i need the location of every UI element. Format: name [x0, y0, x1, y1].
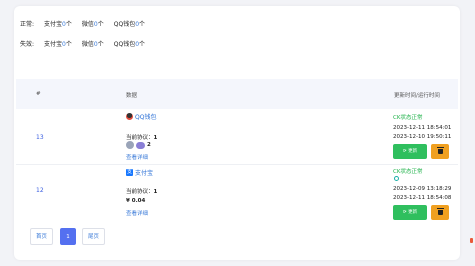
stats-normal-label: 正常:: [20, 21, 35, 28]
row-channel-label: 支付宝: [135, 170, 154, 177]
avatar: [136, 141, 145, 149]
stats-normal-alipay: 支付宝0个: [44, 19, 72, 28]
row-channel-label: QQ钱包: [135, 114, 157, 121]
stats-label: 微信: [81, 41, 94, 48]
stats-label: QQ钱包: [113, 41, 136, 48]
trash-icon: [436, 147, 444, 154]
row-avatars: 2: [126, 141, 151, 149]
stats-label: QQ钱包: [113, 21, 136, 28]
stats-label: 微信: [81, 21, 94, 28]
stats-error-qq: QQ钱包0个: [114, 39, 145, 48]
row-amount: ¥ 0.04: [126, 198, 146, 204]
row-id: 12: [36, 187, 44, 194]
ck-status: CK状态正常: [393, 169, 423, 175]
column-header-time: 更新时间/运行时间: [394, 93, 440, 99]
pagination-current[interactable]: 1: [60, 228, 76, 245]
stats-label: 支付宝: [44, 41, 63, 48]
status-dot-icon: [394, 176, 399, 181]
row-channel[interactable]: 支 支付宝: [126, 168, 153, 177]
protocol-label: 当前协议：: [126, 189, 154, 195]
ck-status: CK状态正常: [393, 115, 423, 121]
view-detail-link[interactable]: 查看详细: [126, 209, 148, 217]
trash-icon: [436, 208, 444, 215]
stats-normal: 正常: 支付宝0个 微信0个 QQ钱包0个: [20, 19, 145, 28]
row-id: 13: [36, 134, 44, 141]
view-detail-link[interactable]: 查看详细: [126, 153, 148, 161]
table-header: # 数据 更新时间/运行时间: [16, 79, 458, 109]
update-button[interactable]: ⟳ 更新: [393, 205, 427, 220]
pagination-last[interactable]: 尾页: [82, 228, 105, 245]
update-time: 2023-12-11 18:54:01: [393, 125, 452, 131]
run-time: 2023-12-10 19:50:11: [393, 134, 452, 140]
protocol-value: 1: [153, 135, 158, 141]
stats-error: 失效: 支付宝0个 微信0个 QQ钱包0个: [20, 39, 145, 48]
stats-unit: 个: [65, 41, 72, 48]
stats-normal-wechat: 微信0个: [82, 19, 104, 28]
protocol-value: 1: [153, 189, 158, 195]
row-protocol: 当前协议：1: [126, 133, 157, 141]
delete-button[interactable]: [431, 205, 449, 220]
stats-unit: 个: [97, 41, 104, 48]
stats-normal-qq: QQ钱包0个: [114, 19, 145, 28]
row-divider: [16, 164, 458, 165]
column-header-data: 数据: [126, 93, 138, 99]
avatar-count: 2: [147, 142, 151, 148]
stats-unit: 个: [139, 41, 146, 48]
stats-unit: 个: [65, 21, 72, 28]
delete-button[interactable]: [431, 144, 449, 159]
edge-indicator-icon: [470, 238, 473, 243]
update-time: 2023-12-09 13:18:29: [393, 186, 452, 192]
stats-error-label: 失效:: [20, 41, 35, 48]
stats-label: 支付宝: [44, 21, 63, 28]
stats-error-wechat: 微信0个: [82, 39, 104, 48]
stats-error-alipay: 支付宝0个: [44, 39, 72, 48]
avatar: [126, 141, 134, 149]
pagination-first[interactable]: 首页: [30, 228, 53, 245]
column-header-id: #: [36, 91, 41, 97]
update-button[interactable]: ⟳ 更新: [393, 144, 427, 159]
row-protocol: 当前协议：1: [126, 187, 157, 195]
qq-icon: [126, 113, 133, 120]
stats-unit: 个: [97, 21, 104, 28]
alipay-icon: 支: [126, 169, 133, 176]
stats-unit: 个: [139, 21, 146, 28]
run-time: 2023-12-11 18:54:08: [393, 195, 452, 201]
row-channel[interactable]: QQ钱包: [126, 112, 156, 121]
